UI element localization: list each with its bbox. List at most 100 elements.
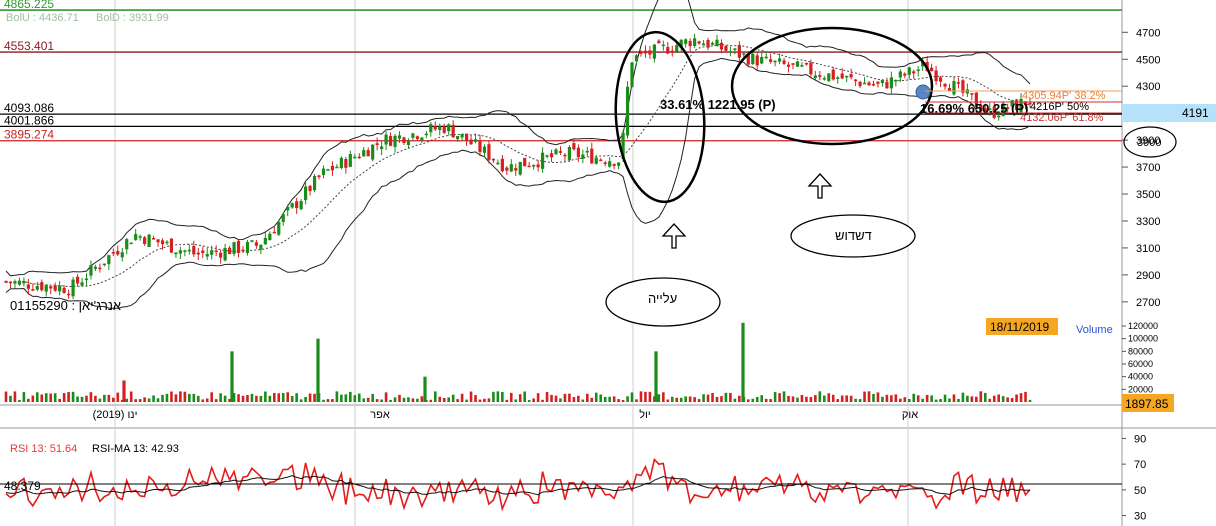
candle-body xyxy=(845,75,849,78)
candle-body xyxy=(634,55,639,62)
volume-bar xyxy=(420,396,424,402)
candle-body xyxy=(120,252,124,258)
volume-bar xyxy=(925,394,929,402)
candle-body xyxy=(867,82,871,86)
candle-body xyxy=(536,164,540,168)
candle-body xyxy=(540,152,545,169)
volume-bar xyxy=(751,398,755,402)
volume-bar xyxy=(697,399,701,402)
candle-body xyxy=(514,168,518,171)
volume-bar xyxy=(281,393,285,402)
candle-body xyxy=(433,126,437,130)
volume-bar xyxy=(98,398,102,402)
candle-body xyxy=(608,161,612,167)
candle-body xyxy=(397,135,402,139)
volume-bar xyxy=(331,399,334,402)
candle-body xyxy=(406,141,411,145)
candle-body xyxy=(75,276,80,284)
volume-bar xyxy=(711,392,714,402)
volume-bar xyxy=(192,393,196,402)
volume-spike-bar xyxy=(741,322,745,402)
date-box-label: 18/11/2019 xyxy=(990,320,1049,334)
candle-body xyxy=(312,176,317,191)
volume-bar xyxy=(1024,391,1027,402)
volume-bar xyxy=(255,395,258,402)
volume-bar xyxy=(764,398,768,402)
fib-618-label: 4132.06P' 61.8% xyxy=(1020,112,1104,124)
volume-bar xyxy=(992,395,996,402)
candle-body xyxy=(357,156,361,159)
candle-body xyxy=(473,139,478,142)
volume-bar xyxy=(201,399,205,402)
volume-bar xyxy=(433,391,437,402)
candle-body xyxy=(469,139,473,145)
volume-bar xyxy=(58,398,61,402)
volume-bar xyxy=(487,398,491,402)
candle-body xyxy=(201,250,205,254)
volume-bar xyxy=(885,394,889,402)
volume-bar xyxy=(849,395,853,402)
candle-body xyxy=(934,70,938,82)
volume-bar xyxy=(335,391,339,402)
volume-bar xyxy=(863,391,866,402)
candle-body xyxy=(800,65,804,67)
volume-bar xyxy=(760,395,764,402)
candle-body xyxy=(31,289,35,291)
candle-body xyxy=(138,236,142,238)
candle-body xyxy=(415,136,419,140)
volume-bar xyxy=(147,398,151,402)
volume-spike-bar xyxy=(423,376,427,402)
candle-body xyxy=(782,60,786,64)
volume-bar xyxy=(505,399,509,402)
consolidation-callout-label: דשדוש xyxy=(835,228,872,243)
volume-bar xyxy=(53,393,57,402)
candle-body xyxy=(129,242,133,245)
volume-bar xyxy=(196,395,200,402)
volume-bar xyxy=(639,391,643,402)
bollinger-lower xyxy=(5,57,1031,309)
volume-title: Volume xyxy=(1076,324,1113,336)
candle-body xyxy=(44,285,48,292)
candle-body xyxy=(630,62,634,87)
month-gridlines xyxy=(114,0,909,526)
volume-bar xyxy=(76,396,79,402)
candle-body xyxy=(178,250,182,254)
candle-body xyxy=(545,155,549,157)
volume-bar xyxy=(188,393,191,402)
candle-body xyxy=(187,249,191,252)
bold-label: BolD : 3931.99 xyxy=(96,12,169,24)
volume-bar xyxy=(492,391,495,402)
volume-bar xyxy=(550,394,553,402)
candle-body xyxy=(35,286,39,290)
rsi-tick-label: 50 xyxy=(1134,485,1146,497)
volume-bar xyxy=(344,394,348,402)
volume-bar xyxy=(733,398,737,402)
candle-body xyxy=(617,162,621,166)
rsi-left-value: 48.379 xyxy=(4,479,41,493)
rsi-ma-label: RSI-MA 13: 42.93 xyxy=(92,443,179,455)
candle-body xyxy=(523,157,527,167)
volume-bar xyxy=(22,392,26,402)
volume-bar xyxy=(608,396,611,402)
candle-body xyxy=(321,168,326,176)
volume-bar xyxy=(630,392,634,402)
rsi-tick-label: 70 xyxy=(1134,459,1146,471)
volume-bar xyxy=(930,395,933,402)
volume-bar xyxy=(1015,394,1018,402)
volume-bar xyxy=(603,396,607,402)
volume-bar xyxy=(746,399,750,402)
volume-bar xyxy=(456,399,459,402)
volume-bar xyxy=(684,396,687,402)
price-level-label: 4865.225 xyxy=(4,0,54,11)
volume-bar xyxy=(402,397,406,402)
rsi-label: RSI 13: 51.64 xyxy=(10,443,77,455)
volume-bar xyxy=(845,395,848,402)
volume-bar xyxy=(559,398,562,402)
volume-bar xyxy=(308,393,312,402)
volume-bar xyxy=(899,398,902,402)
candle-body xyxy=(192,246,196,255)
volume-bar xyxy=(755,396,759,402)
candle-body xyxy=(67,293,71,296)
candle-body xyxy=(518,161,522,175)
volume-bar xyxy=(268,395,272,402)
